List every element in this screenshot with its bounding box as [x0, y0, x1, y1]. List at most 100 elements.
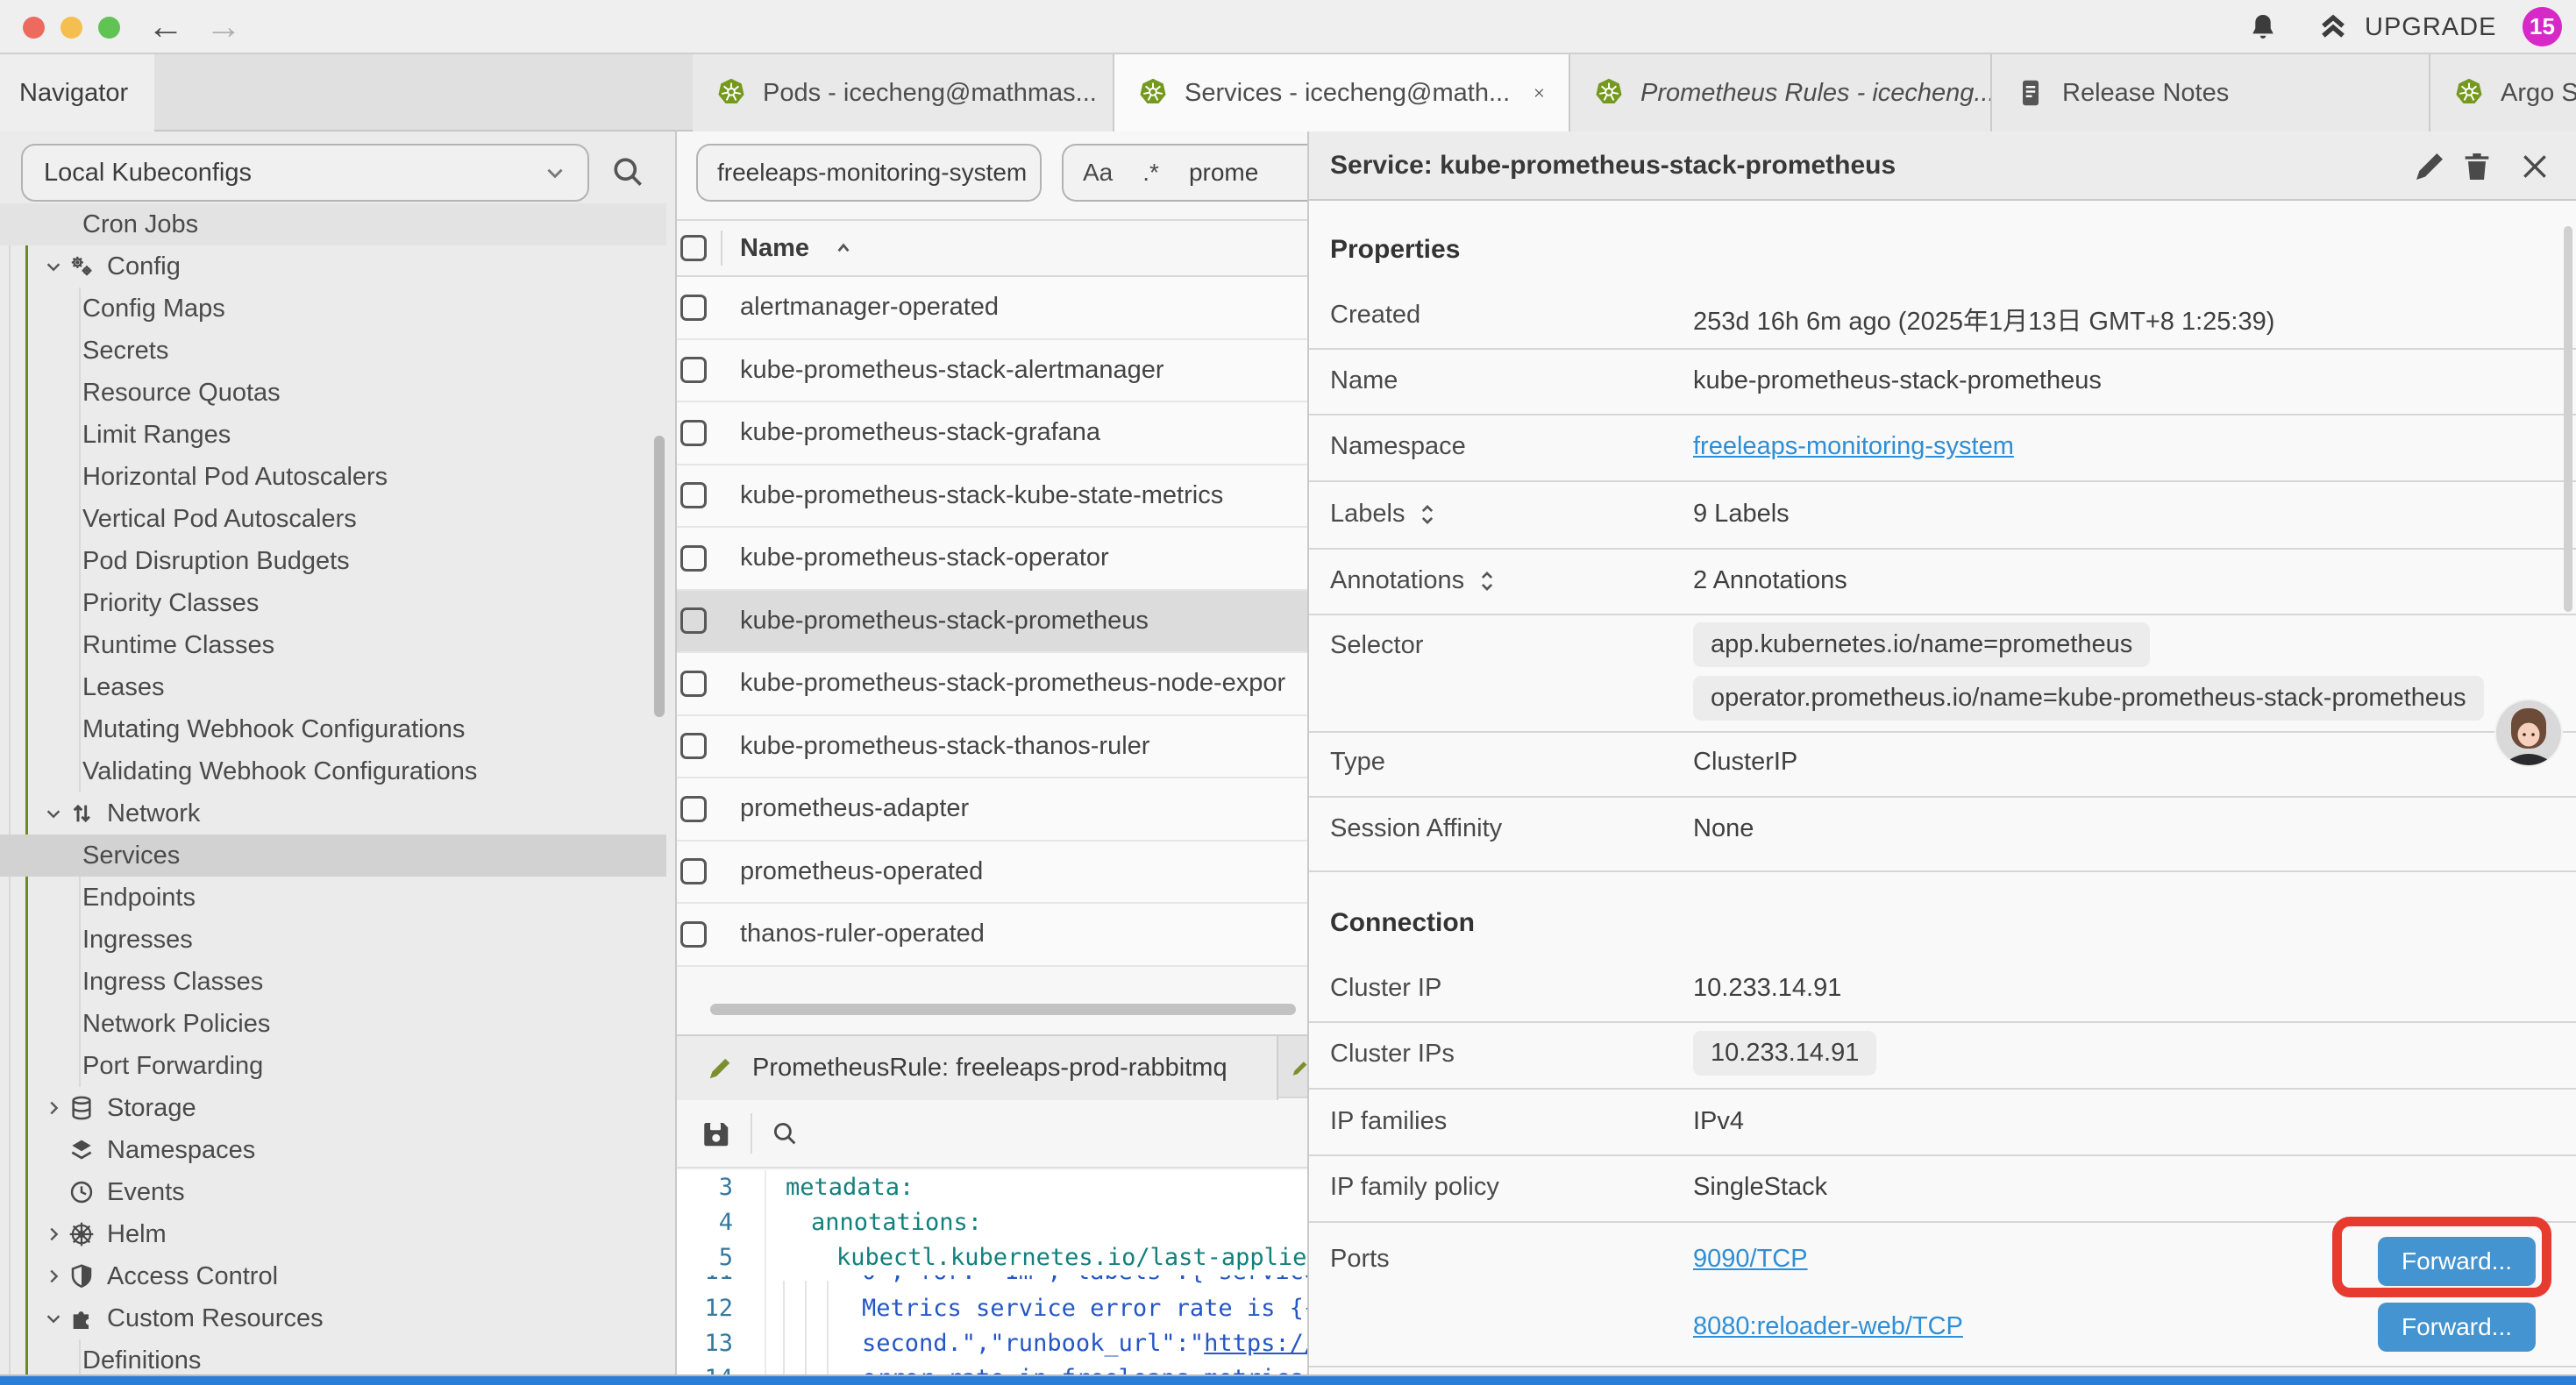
window-titlebar: ← → UPGRADE 15 — [0, 0, 2576, 54]
search-icon[interactable] — [608, 153, 647, 191]
namespace-select[interactable]: freeleaps-monitoring-system — [696, 144, 1042, 202]
sidebar-group-access-control[interactable]: Access Control — [0, 1255, 666, 1297]
select-all-checkbox[interactable] — [680, 235, 707, 261]
details-scrollbar[interactable] — [2564, 226, 2572, 612]
sort-updown-icon[interactable] — [1417, 503, 1438, 526]
sidebar-item-validating-webhook-configurations[interactable]: Validating Webhook Configurations — [0, 750, 666, 792]
chevron-right-icon — [40, 1225, 67, 1244]
sidebar-item-priority-classes[interactable]: Priority Classes — [0, 582, 666, 624]
forward-arrow[interactable]: → — [205, 5, 242, 47]
row-checkbox[interactable] — [680, 482, 707, 508]
editor-tab-prometheusrule[interactable]: PrometheusRule: freeleaps-prod-rabbitmq — [677, 1036, 1278, 1100]
table-row[interactable]: prometheus-operated — [677, 842, 1309, 905]
navigator-panel-tab[interactable]: Navigator — [0, 54, 154, 131]
row-checkbox[interactable] — [680, 921, 707, 948]
yaml-editor[interactable]: 3metadata: 4annotations: 5kubectl.kubern… — [677, 1170, 1309, 1378]
sidebar-group-config[interactable]: Config — [0, 245, 666, 288]
sidebar-item-services[interactable]: Services — [0, 835, 666, 877]
sidebar-item-resource-quotas[interactable]: Resource Quotas — [0, 372, 666, 414]
ip-families-label: IP families — [1330, 1107, 1447, 1136]
table-row-selected[interactable]: kube-prometheus-stack-prometheus — [677, 591, 1309, 654]
row-checkbox[interactable] — [680, 420, 707, 446]
sort-updown-icon[interactable] — [1477, 570, 1498, 593]
table-row[interactable]: kube-prometheus-stack-prometheus-node-ex… — [677, 653, 1309, 716]
notification-badge[interactable]: 15 — [2523, 7, 2562, 46]
sidebar-item-horizontal-pod-autoscalers[interactable]: Horizontal Pod Autoscalers — [0, 456, 666, 498]
bell-icon[interactable] — [2246, 11, 2280, 45]
tab-prometheus-rules[interactable]: Prometheus Rules - icecheng... — [1570, 54, 1992, 131]
close-window-button[interactable] — [23, 17, 45, 39]
table-row[interactable]: kube-prometheus-stack-thanos-ruler — [677, 716, 1309, 779]
sidebar-group-network[interactable]: Network — [0, 792, 666, 835]
kubernetes-icon — [715, 77, 747, 109]
sidebar-item-cron-jobs[interactable]: Cron Jobs — [0, 203, 666, 245]
upgrade-icon[interactable] — [2316, 11, 2350, 45]
avatar[interactable] — [2494, 698, 2564, 768]
details-header: Service: kube-prometheus-stack-prometheu… — [1309, 131, 2576, 201]
sidebar-item-config-maps[interactable]: Config Maps — [0, 288, 666, 330]
zoom-window-button[interactable] — [98, 17, 120, 39]
back-arrow[interactable]: ← — [147, 5, 184, 47]
port-link-9090[interactable]: 9090/TCP — [1693, 1245, 1808, 1274]
sidebar-group-custom-resources[interactable]: Custom Resources — [0, 1297, 666, 1339]
port-link-8080[interactable]: 8080:reloader-web/TCP — [1693, 1312, 1963, 1341]
editor-tab-partial[interactable] — [1280, 1036, 1309, 1100]
row-checkbox[interactable] — [680, 607, 707, 634]
sidebar-item-endpoints[interactable]: Endpoints — [0, 877, 666, 919]
sidebar-group-helm[interactable]: Helm — [0, 1213, 666, 1255]
sidebar-item-events[interactable]: Events — [0, 1171, 666, 1213]
minimize-window-button[interactable] — [60, 17, 82, 39]
horizontal-scrollbar[interactable] — [710, 1004, 1296, 1015]
sidebar-item-vertical-pod-autoscalers[interactable]: Vertical Pod Autoscalers — [0, 498, 666, 540]
table-row[interactable]: kube-prometheus-stack-grafana — [677, 402, 1309, 465]
pencil-icon[interactable] — [2412, 149, 2447, 184]
sidebar-item-ingress-classes[interactable]: Ingress Classes — [0, 961, 666, 1003]
sidebar-item-runtime-classes[interactable]: Runtime Classes — [0, 624, 666, 666]
sidebar-scrollbar[interactable] — [654, 436, 665, 717]
row-checkbox[interactable] — [680, 295, 707, 321]
row-checkbox[interactable] — [680, 733, 707, 759]
sidebar-item-leases[interactable]: Leases — [0, 666, 666, 708]
table-row[interactable]: alertmanager-operated — [677, 277, 1309, 340]
trash-icon[interactable] — [2459, 149, 2494, 184]
table-row[interactable]: kube-prometheus-stack-alertmanager — [677, 340, 1309, 403]
forward-button[interactable]: Forward... — [2378, 1303, 2536, 1352]
tab-pods[interactable]: Pods - icecheng@mathmas... — [693, 54, 1114, 131]
sidebar-item-ingresses[interactable]: Ingresses — [0, 919, 666, 961]
search-icon[interactable] — [770, 1119, 800, 1148]
table-row[interactable]: prometheus-adapter — [677, 778, 1309, 842]
tab-argo[interactable]: Argo Se — [2430, 54, 2576, 131]
row-checkbox[interactable] — [680, 796, 707, 822]
case-sensitive-toggle[interactable]: Aa — [1083, 159, 1113, 187]
table-row[interactable]: kube-prometheus-stack-operator — [677, 528, 1309, 591]
sidebar-item-port-forwarding[interactable]: Port Forwarding — [0, 1045, 666, 1087]
search-input[interactable]: Aa .* prome — [1062, 144, 1309, 202]
code-link[interactable]: https://net — [1204, 1330, 1309, 1357]
sidebar-item-mutating-webhook-configurations[interactable]: Mutating Webhook Configurations — [0, 708, 666, 750]
tab-services[interactable]: Services - icecheng@math... — [1114, 54, 1570, 131]
namespace-link[interactable]: freeleaps-monitoring-system — [1693, 432, 2014, 461]
row-checkbox[interactable] — [680, 357, 707, 383]
regex-toggle[interactable]: .* — [1142, 159, 1159, 187]
tab-release-notes[interactable]: Release Notes — [1992, 54, 2430, 131]
kubeconfig-select[interactable]: Local Kubeconfigs — [21, 144, 589, 202]
sidebar-item-namespaces[interactable]: Namespaces — [0, 1129, 666, 1171]
sort-asc-icon[interactable] — [832, 237, 855, 259]
row-checkbox[interactable] — [680, 858, 707, 884]
upgrade-button[interactable]: UPGRADE — [2365, 13, 2496, 42]
row-checkbox[interactable] — [680, 671, 707, 697]
name-column-header[interactable]: Name — [740, 234, 809, 263]
close-icon[interactable] — [1533, 82, 1546, 104]
row-checkbox[interactable] — [680, 545, 707, 572]
table-row[interactable]: kube-prometheus-stack-kube-state-metrics — [677, 465, 1309, 529]
editor-tab-bar: PrometheusRule: freeleaps-prod-rabbitmq — [677, 1034, 1309, 1098]
details-title: Service: kube-prometheus-stack-prometheu… — [1330, 151, 1896, 181]
save-icon[interactable] — [700, 1118, 731, 1149]
sidebar-item-pod-disruption-budgets[interactable]: Pod Disruption Budgets — [0, 540, 666, 582]
sidebar-group-storage[interactable]: Storage — [0, 1087, 666, 1129]
sidebar-item-secrets[interactable]: Secrets — [0, 330, 666, 372]
table-row[interactable]: thanos-ruler-operated — [677, 904, 1309, 967]
sidebar-item-limit-ranges[interactable]: Limit Ranges — [0, 414, 666, 456]
sidebar-item-network-policies[interactable]: Network Policies — [0, 1003, 666, 1045]
close-icon[interactable] — [2517, 149, 2552, 184]
